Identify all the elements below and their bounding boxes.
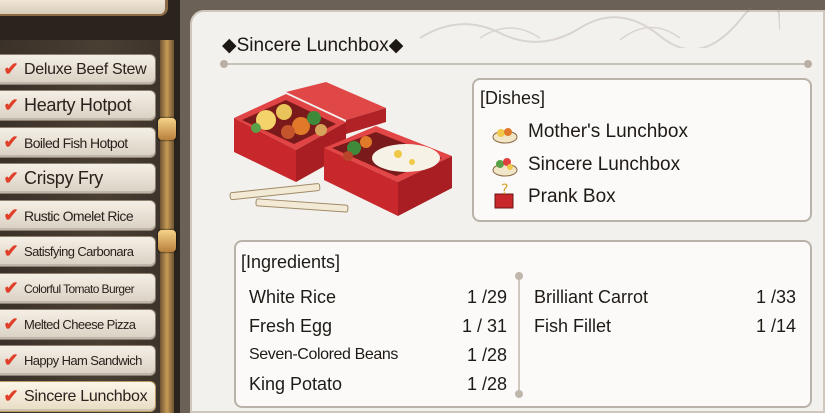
ingredient-name: Brilliant Carrot [534,286,649,307]
svg-text:?: ? [501,182,508,198]
menu-item-label: Melted Cheese Pizza [24,317,136,332]
ingredient-count: 1 /29 [466,286,507,307]
ingredient-count: 1 /28 [466,373,507,394]
menu-item-label: Rustic Omelet Rice [24,207,134,224]
menu-item-satisfying-carbonara[interactable]: ✔ Satisfying Carbonara [0,236,156,267]
ingredient-count: 1 /33 [755,286,796,307]
menu-item-crispy-fry[interactable]: ✔ Crispy Fry [0,163,156,194]
menu-item-deluxe-beef-stew[interactable]: ✔ Deluxe Beef Stew [0,54,156,85]
ingredient-name: Seven-Colored Beans [249,346,398,363]
ingredient-name: King Potato [249,373,343,394]
salad-icon [492,158,518,177]
dish-label: Mother's Lunchbox [528,121,688,142]
ingredients-separator [515,272,523,398]
dish-label: Prank Box [528,186,616,207]
dishes-header: [Dishes] [480,88,546,108]
checkmark-icon: ✔ [3,241,19,261]
recipe-title: ◆Sincere Lunchbox◆ [222,35,404,56]
prank-box-icon: ? [494,182,514,209]
ingredient-brilliant-carrot: Brilliant Carrot 1 /33 [534,283,798,311]
lunchbox-illustration [229,82,452,216]
dish-prank-box[interactable]: ? Prank Box [490,182,616,212]
checkmark-icon: ✔ [3,350,19,370]
header-banner [0,0,168,16]
checkmark-icon: ✔ [3,95,19,115]
checkmark-icon: ✔ [3,168,19,188]
ingredient-name: Fish Fillet [534,315,612,336]
checkmark-icon: ✔ [3,314,19,334]
ingredient-fish-fillet: Fish Fillet 1 /14 [534,312,798,340]
menu-scrollbar[interactable] [160,40,174,413]
dish-label: Sincere Lunchbox [528,154,681,175]
ingredients-header: [Ingredients] [241,252,341,272]
ingredient-name: White Rice [249,286,337,307]
ingredient-name: Fresh Egg [249,315,333,336]
menu-item-melted-cheese-pizza[interactable]: ✔ Melted Cheese Pizza [0,309,156,340]
menu-item-label: Boiled Fish Hotpot [24,134,128,151]
ingredient-count: 1 / 31 [461,315,507,336]
decorative-flourish [420,8,780,48]
scrollbar-knob-bottom[interactable] [158,230,176,252]
menu-item-rustic-omelet-rice[interactable]: ✔ Rustic Omelet Rice [0,200,156,231]
ingredient-king-potato: King Potato 1 /28 [249,370,509,398]
menu-item-hearty-hotpot[interactable]: ✔ Hearty Hotpot [0,90,156,121]
menu-item-label: Crispy Fry [24,168,103,188]
menu-item-label: Deluxe Beef Stew [24,60,147,78]
menu-item-sincere-lunchbox[interactable]: ✔ Sincere Lunchbox [0,381,156,412]
title-divider [220,60,812,68]
menu-item-label: Happy Ham Sandwich [24,353,142,368]
dish-sincere-lunchbox[interactable]: Sincere Lunchbox [490,150,680,180]
menu-item-happy-ham-sandwich[interactable]: ✔ Happy Ham Sandwich [0,345,156,376]
ingredient-fresh-egg: Fresh Egg 1 / 31 [249,312,509,340]
ingredient-count: 1 /14 [755,315,796,336]
menu-item-label: Satisfying Carbonara [24,244,134,259]
ingredient-seven-colored-beans: Seven-Colored Beans 1 /28 [249,341,509,369]
scrollbar-knob-top[interactable] [158,118,176,140]
checkmark-icon: ✔ [3,386,19,406]
menu-item-colorful-tomato-burger[interactable]: ✔ Colorful Tomato Burger [0,273,156,304]
ingredient-white-rice: White Rice 1 /29 [249,283,509,311]
lunchbox-icon [492,128,518,144]
menu-item-label: Sincere Lunchbox [24,387,148,405]
checkmark-icon: ✔ [3,205,19,225]
checkmark-icon: ✔ [3,59,19,79]
menu-item-label: Hearty Hotpot [24,95,132,115]
menu-item-label: Colorful Tomato Burger [24,281,135,296]
menu-item-boiled-fish-hotpot[interactable]: ✔ Boiled Fish Hotpot [0,127,156,158]
ingredient-count: 1 /28 [466,344,507,365]
checkmark-icon: ✔ [3,278,19,298]
checkmark-icon: ✔ [3,132,19,152]
dish-mothers-lunchbox[interactable]: Mother's Lunchbox [490,117,688,147]
